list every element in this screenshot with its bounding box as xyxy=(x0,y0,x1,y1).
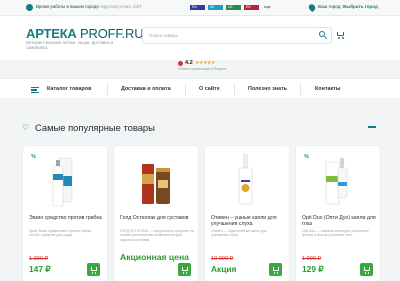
old-price: 1 990 ₽ xyxy=(302,256,322,262)
product-image[interactable] xyxy=(136,152,176,212)
rating-caption: Рейтинг организации в Яндексе xyxy=(178,67,227,71)
location-pin-icon xyxy=(307,2,317,13)
product-name[interactable]: Голд Остеопак для суставов xyxy=(120,215,194,221)
lang-more-link[interactable]: еще xyxy=(262,5,273,10)
site-logo[interactable]: АРТЕКА PROFF.RU xyxy=(26,26,144,41)
lang-uz-button[interactable]: UZ xyxy=(226,5,241,10)
old-price: 1 390 ₽ xyxy=(29,256,49,262)
nav-divider xyxy=(300,83,301,96)
lang-en-button[interactable]: EN xyxy=(244,5,259,10)
cart-icon[interactable] xyxy=(337,32,344,39)
add-to-cart-button[interactable] xyxy=(360,263,373,276)
add-to-cart-button[interactable] xyxy=(178,263,191,276)
heart-icon: ♡ xyxy=(22,123,30,132)
section-title: Самые популярные товары xyxy=(35,122,155,133)
add-to-cart-button[interactable] xyxy=(87,263,100,276)
cart-icon xyxy=(363,267,370,271)
nav-item-delivery[interactable]: Доставка и оплата xyxy=(121,86,171,92)
product-description: Opti Duo — глазные капли для улучшения з… xyxy=(302,229,369,238)
product-image[interactable] xyxy=(227,152,267,212)
hours-value: Круглосуточно, 24/7 xyxy=(101,4,142,9)
product-name[interactable]: Экзин средство против грибка xyxy=(29,215,103,221)
cart-icon xyxy=(272,267,279,271)
product-image[interactable] xyxy=(318,152,358,212)
nav-item-useful[interactable]: Полезно знать xyxy=(248,86,287,92)
product-price: 147 ₽ xyxy=(29,264,51,274)
nav-divider xyxy=(107,83,108,96)
city-label: Ваш город: xyxy=(318,4,342,9)
cart-icon-wheel xyxy=(182,272,185,274)
search-button[interactable] xyxy=(314,28,331,43)
cart-icon xyxy=(90,267,97,271)
product-description: Отивен — эффективные капли для улучшения… xyxy=(211,229,267,238)
top-info-bar: Время работы в вашем городе: Круглосуточ… xyxy=(0,0,400,16)
cart-icon xyxy=(181,267,188,271)
cart-icon-wheel xyxy=(342,37,344,39)
menu-icon[interactable] xyxy=(31,87,39,93)
nav-divider xyxy=(185,83,186,96)
lang-ru-button[interactable]: RU xyxy=(190,5,205,10)
cart-icon-body xyxy=(337,32,344,36)
cart-icon-wheel xyxy=(338,37,340,39)
clock-icon xyxy=(26,4,33,11)
nav-item-catalog[interactable]: Каталог товаров xyxy=(47,86,91,92)
add-to-cart-button[interactable] xyxy=(269,263,282,276)
search-placeholder: Поиск товара xyxy=(149,33,178,38)
cart-icon-wheel xyxy=(273,272,276,274)
old-price: 10 990 ₽ xyxy=(211,256,234,262)
logo-main: АРТЕКА xyxy=(26,26,77,41)
logo-domain: PROFF.RU xyxy=(76,26,144,41)
carousel-arrow-icon[interactable] xyxy=(368,126,376,128)
site-header: АРТЕКА PROFF.RU Интернет-магазин аптеки.… xyxy=(0,16,400,60)
search-box[interactable]: Поиск товара xyxy=(142,27,332,44)
product-description: ГОЛД ОСТЕОПАК — натуральное средство на … xyxy=(120,229,194,242)
cart-icon-wheel xyxy=(367,272,370,274)
product-name[interactable]: Отивен – ушные капли для улучшения слуха xyxy=(211,215,285,228)
working-hours: Время работы в вашем городе: Круглосуточ… xyxy=(36,4,142,9)
rating-stars: ★★★★★ xyxy=(195,60,215,66)
promo-price-label: Акционная цена xyxy=(120,252,189,262)
nav-item-contacts[interactable]: Контакты xyxy=(315,86,340,92)
cart-icon-wheel xyxy=(91,272,94,274)
nav-divider xyxy=(234,83,235,96)
city-value[interactable]: Выбрать город xyxy=(343,4,378,9)
product-card[interactable]: % Opti Duo (Опти Дуо) капли для глаз Opt… xyxy=(296,146,380,281)
cart-icon-wheel xyxy=(94,272,97,274)
product-card[interactable]: Отивен – ушные капли для улучшения слуха… xyxy=(205,146,289,281)
discount-badge: % xyxy=(31,154,36,160)
hours-label: Время работы в вашем городе: xyxy=(36,4,100,9)
cart-icon-wheel xyxy=(364,272,367,274)
cart-icon-wheel xyxy=(185,272,188,274)
product-card[interactable]: Голд Остеопак для суставов ГОЛД ОСТЕОПАК… xyxy=(114,146,198,281)
city-selector[interactable]: Ваш город: Выбрать город xyxy=(318,4,378,9)
nav-item-about[interactable]: О сайте xyxy=(199,86,220,92)
product-name[interactable]: Opti Duo (Опти Дуо) капли для глаз xyxy=(302,215,376,228)
yandex-pin-icon xyxy=(178,61,183,66)
product-description: Крем Экзин эффективно против грибка ногт… xyxy=(29,229,92,238)
product-price: 129 ₽ xyxy=(302,264,324,274)
product-image[interactable] xyxy=(45,152,85,212)
discount-badge: % xyxy=(304,154,309,160)
search-icon-handle xyxy=(324,36,327,40)
main-nav: Каталог товаров Доставка и оплата О сайт… xyxy=(0,78,400,99)
product-price: Акция xyxy=(211,264,237,274)
lang-kz-button[interactable]: KZ xyxy=(208,5,223,10)
site-tagline: Интернет-магазин аптеки. Акции. Доставка… xyxy=(26,40,114,50)
cart-icon-wheel xyxy=(276,272,279,274)
product-card[interactable]: % Экзин средство против грибка Крем Экзи… xyxy=(23,146,107,281)
rating-value: 4.2 xyxy=(185,60,193,66)
